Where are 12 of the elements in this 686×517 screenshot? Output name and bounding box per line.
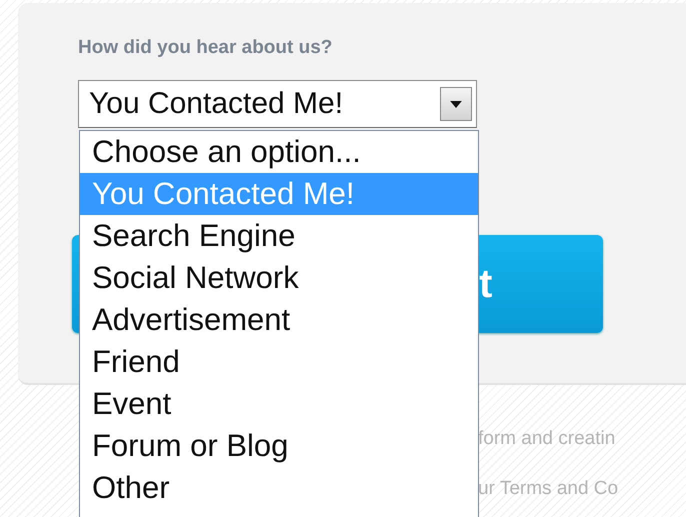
question-label: How did you hear about us? (78, 36, 334, 60)
dropdown-option[interactable]: Search Engine (80, 215, 478, 257)
dropdown-option[interactable]: Event (80, 383, 478, 425)
footer-text: ur Terms and Co (478, 477, 620, 501)
footer-text: form and creatin (478, 427, 616, 451)
dropdown-option[interactable]: Forum or Blog (80, 425, 478, 467)
dropdown-option[interactable]: Advertisement (80, 299, 478, 341)
dropdown-option[interactable]: Choose an option... (80, 131, 478, 173)
dropdown-option[interactable]: Friend (80, 341, 478, 383)
dropdown-option[interactable]: Other (80, 467, 478, 509)
select-field[interactable]: You Contacted Me! (78, 80, 477, 128)
dropdown-option[interactable]: Social Network (80, 257, 478, 299)
